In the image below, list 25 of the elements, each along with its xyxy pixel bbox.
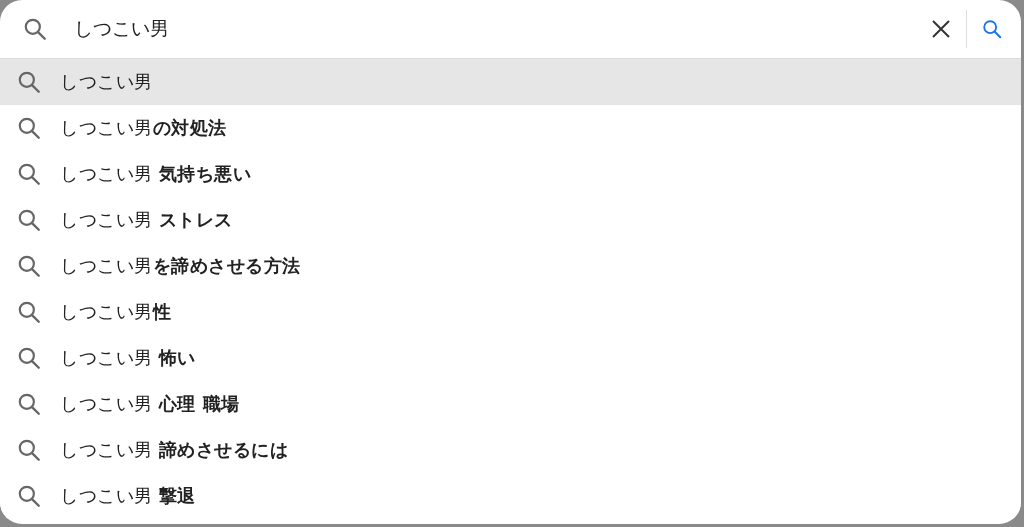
close-icon [930,18,952,40]
search-icon [22,16,48,42]
search-icon [16,391,42,417]
suggestion-text: しつこい男 [60,70,153,94]
search-icon [16,161,42,187]
search-icon [16,437,42,463]
search-icon [16,69,42,95]
search-icon [16,345,42,371]
search-icon [16,253,42,279]
suggestion-text: しつこい男 ストレス [60,208,233,232]
search-icon [16,483,42,509]
suggestion-text: しつこい男性 [60,300,171,324]
suggestion-text: しつこい男 怖い [60,346,196,370]
suggestion-text: しつこい男の対処法 [60,116,227,140]
search-icon [16,115,42,141]
suggestion-text: しつこい男 撃退 [60,484,196,508]
search-icon [16,207,42,233]
suggestion-item[interactable]: しつこい男 [0,59,1021,105]
suggestion-text: しつこい男 気持ち悪い [60,162,252,186]
search-field[interactable]: しつこい男 [72,11,926,47]
suggestion-text: しつこい男 諦めさせるには [60,438,289,462]
suggestion-text: しつこい男 心理 職場 [60,392,240,416]
search-icon [981,18,1003,40]
suggestion-text: しつこい男を諦めさせる方法 [60,254,301,278]
search-icon [16,299,42,325]
